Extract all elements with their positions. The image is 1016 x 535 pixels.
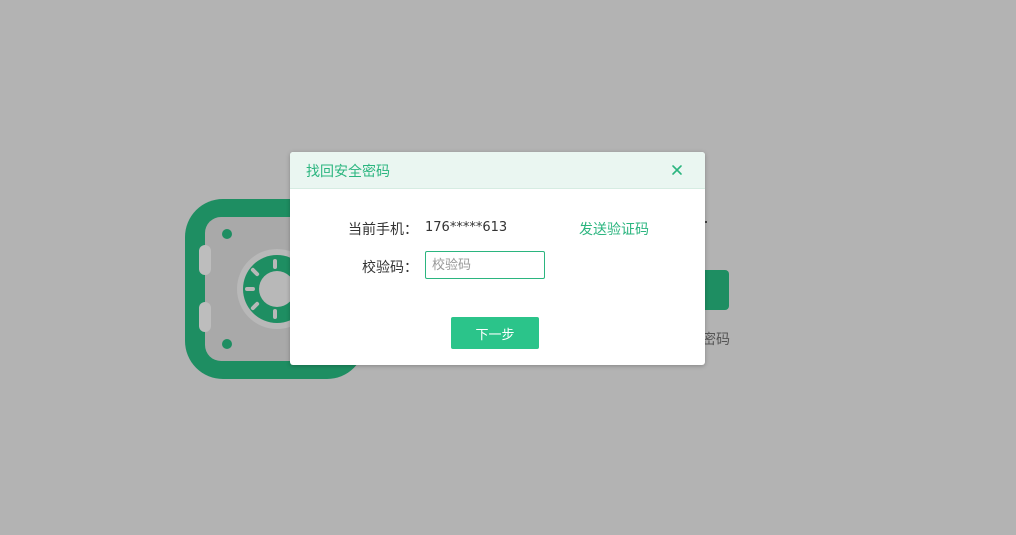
phone-value: 176*****613 bbox=[425, 220, 508, 235]
code-label: 校验码： bbox=[362, 260, 418, 276]
close-icon[interactable] bbox=[669, 162, 685, 178]
dialog-header: 找回安全密码 bbox=[290, 152, 705, 189]
recover-password-dialog: 找回安全密码 当前手机： 176*****613 发送验证码 校验码： 下一步 bbox=[290, 152, 705, 365]
phone-label: 当前手机： bbox=[348, 222, 418, 238]
next-button[interactable]: 下一步 bbox=[451, 317, 539, 349]
send-code-button[interactable]: 发送验证码 bbox=[579, 219, 649, 239]
phone-row: 当前手机： 176*****613 发送验证码 bbox=[290, 219, 705, 239]
code-row: 校验码： bbox=[290, 251, 705, 279]
code-input[interactable] bbox=[425, 251, 545, 279]
dialog-title: 找回安全密码 bbox=[306, 164, 390, 180]
